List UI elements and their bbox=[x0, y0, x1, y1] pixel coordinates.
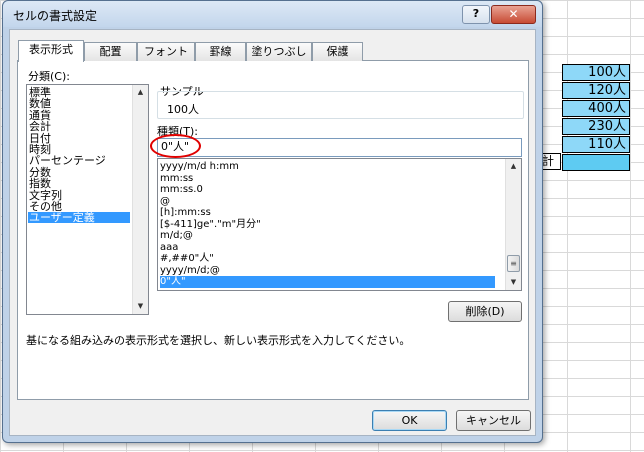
scroll-down-arrow-icon[interactable]: ▼ bbox=[133, 299, 148, 314]
category-item[interactable]: ユーザー定義 bbox=[28, 212, 130, 224]
format-item[interactable]: mm:ss bbox=[160, 173, 193, 185]
total-label-cell[interactable]: 計 bbox=[541, 153, 561, 170]
category-item[interactable]: 数値 bbox=[28, 98, 51, 109]
category-item[interactable]: 文字列 bbox=[28, 190, 62, 201]
cancel-button[interactable]: キャンセル bbox=[456, 410, 531, 431]
format-item[interactable]: m/d;@ bbox=[160, 230, 193, 242]
category-item[interactable]: 日付 bbox=[28, 133, 51, 144]
format-item[interactable]: [$-411]ge"."m"月分" bbox=[160, 219, 261, 231]
tab-fill[interactable]: 塗りつぶし bbox=[246, 42, 312, 61]
tab-alignment[interactable]: 配置 bbox=[84, 42, 137, 61]
dialog-titlebar[interactable]: セルの書式設定 ? ✕ bbox=[3, 1, 542, 27]
scroll-down-arrow-icon[interactable]: ▼ bbox=[506, 275, 521, 290]
ok-button[interactable]: OK bbox=[372, 410, 447, 431]
format-item[interactable]: aaa bbox=[160, 242, 178, 254]
tab-border[interactable]: 罫線 bbox=[195, 42, 246, 61]
format-scrollbar[interactable]: ▲ ≡ ▼ bbox=[505, 159, 521, 290]
sheet-cell[interactable]: 100人 bbox=[562, 64, 630, 81]
dialog-title: セルの書式設定 bbox=[13, 9, 98, 23]
tab-font[interactable]: フォント bbox=[137, 42, 195, 61]
sheet-cell[interactable]: 110人 bbox=[562, 136, 630, 153]
scroll-thumb[interactable]: ≡ bbox=[507, 255, 520, 272]
sheet-cell[interactable]: 400人 bbox=[562, 100, 630, 117]
ok-button-label: OK bbox=[401, 414, 418, 427]
scroll-up-arrow-icon[interactable]: ▲ bbox=[506, 159, 521, 174]
highlight-circle bbox=[150, 134, 201, 158]
total-label-text: 計 bbox=[542, 154, 555, 168]
format-item[interactable]: mm:ss.0 bbox=[160, 184, 203, 196]
category-listbox[interactable]: 標準 数値 通貨 会計 日付 時刻 パーセンテージ 分数 指数 文字列 その他 ユーザー定義 ▲ ▼ bbox=[26, 84, 149, 315]
description-text: 基になる組み込みの表示形式を選択し、新しい表示形式を入力してください。 bbox=[26, 334, 411, 347]
sheet-cell[interactable] bbox=[562, 154, 630, 171]
help-icon: ? bbox=[472, 7, 480, 20]
sample-value: 100人 bbox=[167, 103, 199, 116]
format-item[interactable]: @ bbox=[160, 196, 170, 208]
tab-number[interactable]: 表示形式 bbox=[18, 40, 84, 62]
category-scrollbar[interactable]: ▲ ▼ bbox=[132, 85, 148, 314]
sheet-cell[interactable]: 230人 bbox=[562, 118, 630, 135]
help-button[interactable]: ? bbox=[462, 5, 490, 24]
sample-group bbox=[157, 91, 524, 119]
delete-button-label: 削除(D) bbox=[465, 305, 505, 318]
format-item[interactable]: yyyy/m/d;@ bbox=[160, 265, 220, 277]
category-label: 分類(C): bbox=[28, 70, 70, 83]
format-item[interactable]: #,##0"人" bbox=[160, 253, 214, 265]
category-item[interactable]: パーセンテージ bbox=[28, 155, 106, 166]
format-listbox[interactable]: yyyy/m/d h:mm mm:ss mm:ss.0 @ [h]:mm:ss [$-41… bbox=[157, 158, 522, 291]
category-item[interactable]: 指数 bbox=[28, 178, 51, 189]
close-icon: ✕ bbox=[508, 7, 519, 21]
sheet-cell[interactable]: 120人 bbox=[562, 82, 630, 99]
cancel-button-label: キャンセル bbox=[466, 414, 521, 427]
tab-protection[interactable]: 保護 bbox=[312, 42, 363, 61]
scroll-up-arrow-icon[interactable]: ▲ bbox=[133, 85, 148, 100]
category-item[interactable]: 会計 bbox=[28, 121, 51, 132]
format-item[interactable]: yyyy/m/d h:mm bbox=[160, 161, 239, 173]
format-item[interactable]: 0"人" bbox=[160, 276, 495, 288]
category-item[interactable]: 時刻 bbox=[28, 144, 51, 155]
format-item[interactable]: [h]:mm:ss bbox=[160, 207, 211, 219]
close-button[interactable]: ✕ bbox=[491, 5, 536, 24]
category-item[interactable]: 標準 bbox=[28, 87, 51, 98]
delete-button[interactable]: 削除(D) bbox=[448, 301, 522, 322]
type-input[interactable]: 0"人" bbox=[157, 138, 522, 157]
